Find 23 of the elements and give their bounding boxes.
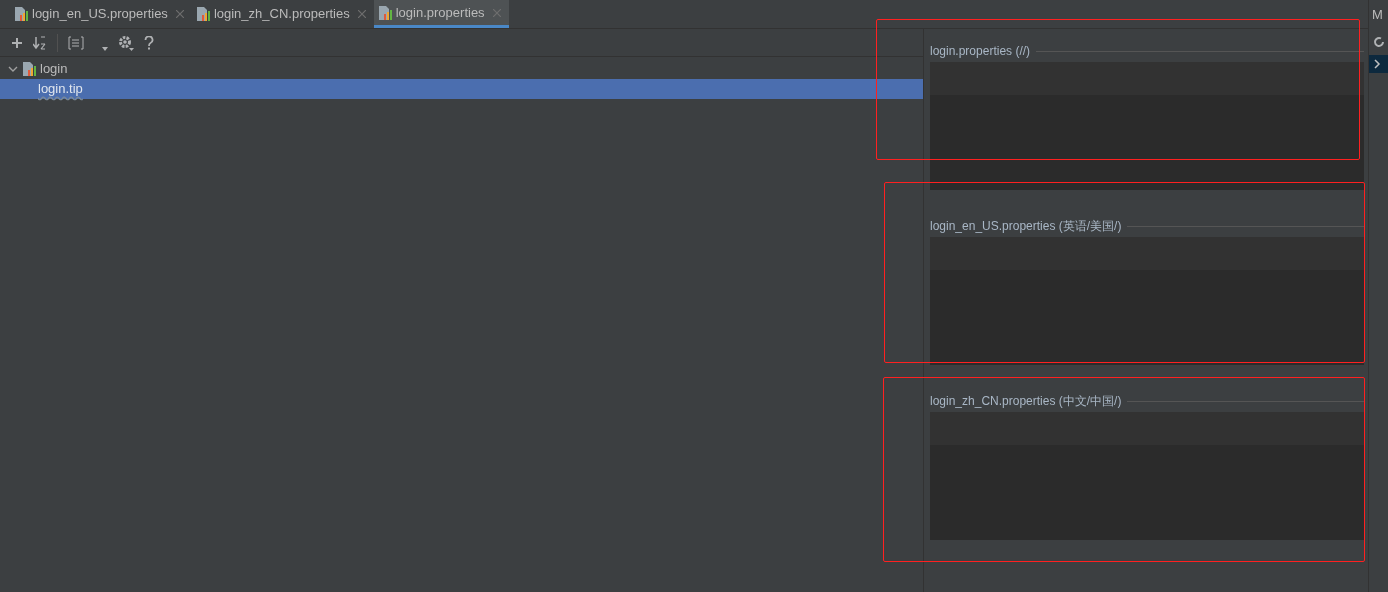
expand-button[interactable] [1369,55,1388,73]
locale-title: login.properties (//) [930,43,1031,60]
properties-file-icon [22,61,36,77]
add-icon[interactable] [11,36,23,49]
sort-icon[interactable] [33,35,47,50]
chevron-icon[interactable] [8,64,18,74]
help-icon[interactable] [144,35,154,50]
editor-tab[interactable]: login.properties [373,0,509,28]
refresh-icon[interactable] [1373,35,1385,49]
editor-tab[interactable]: login_en_US.properties [10,0,192,28]
panel-label: M [1372,5,1383,24]
tree-item[interactable]: login [0,59,923,79]
group-icon[interactable] [68,35,84,50]
settings-icon[interactable] [118,34,134,51]
properties-file-icon [14,6,28,22]
locale-title: login_zh_CN.properties (中文/中国/) [930,393,1122,410]
properties-file-icon [195,6,210,22]
editor-tab[interactable]: login_zh_CN.properties [191,0,374,28]
chevron-icon [1374,59,1381,69]
dropdown-icon[interactable] [102,46,108,51]
properties-file-icon [377,4,392,21]
locale-title: login_en_US.properties (英语/美国/) [930,218,1122,235]
tree-item[interactable]: login.tip [0,79,923,99]
